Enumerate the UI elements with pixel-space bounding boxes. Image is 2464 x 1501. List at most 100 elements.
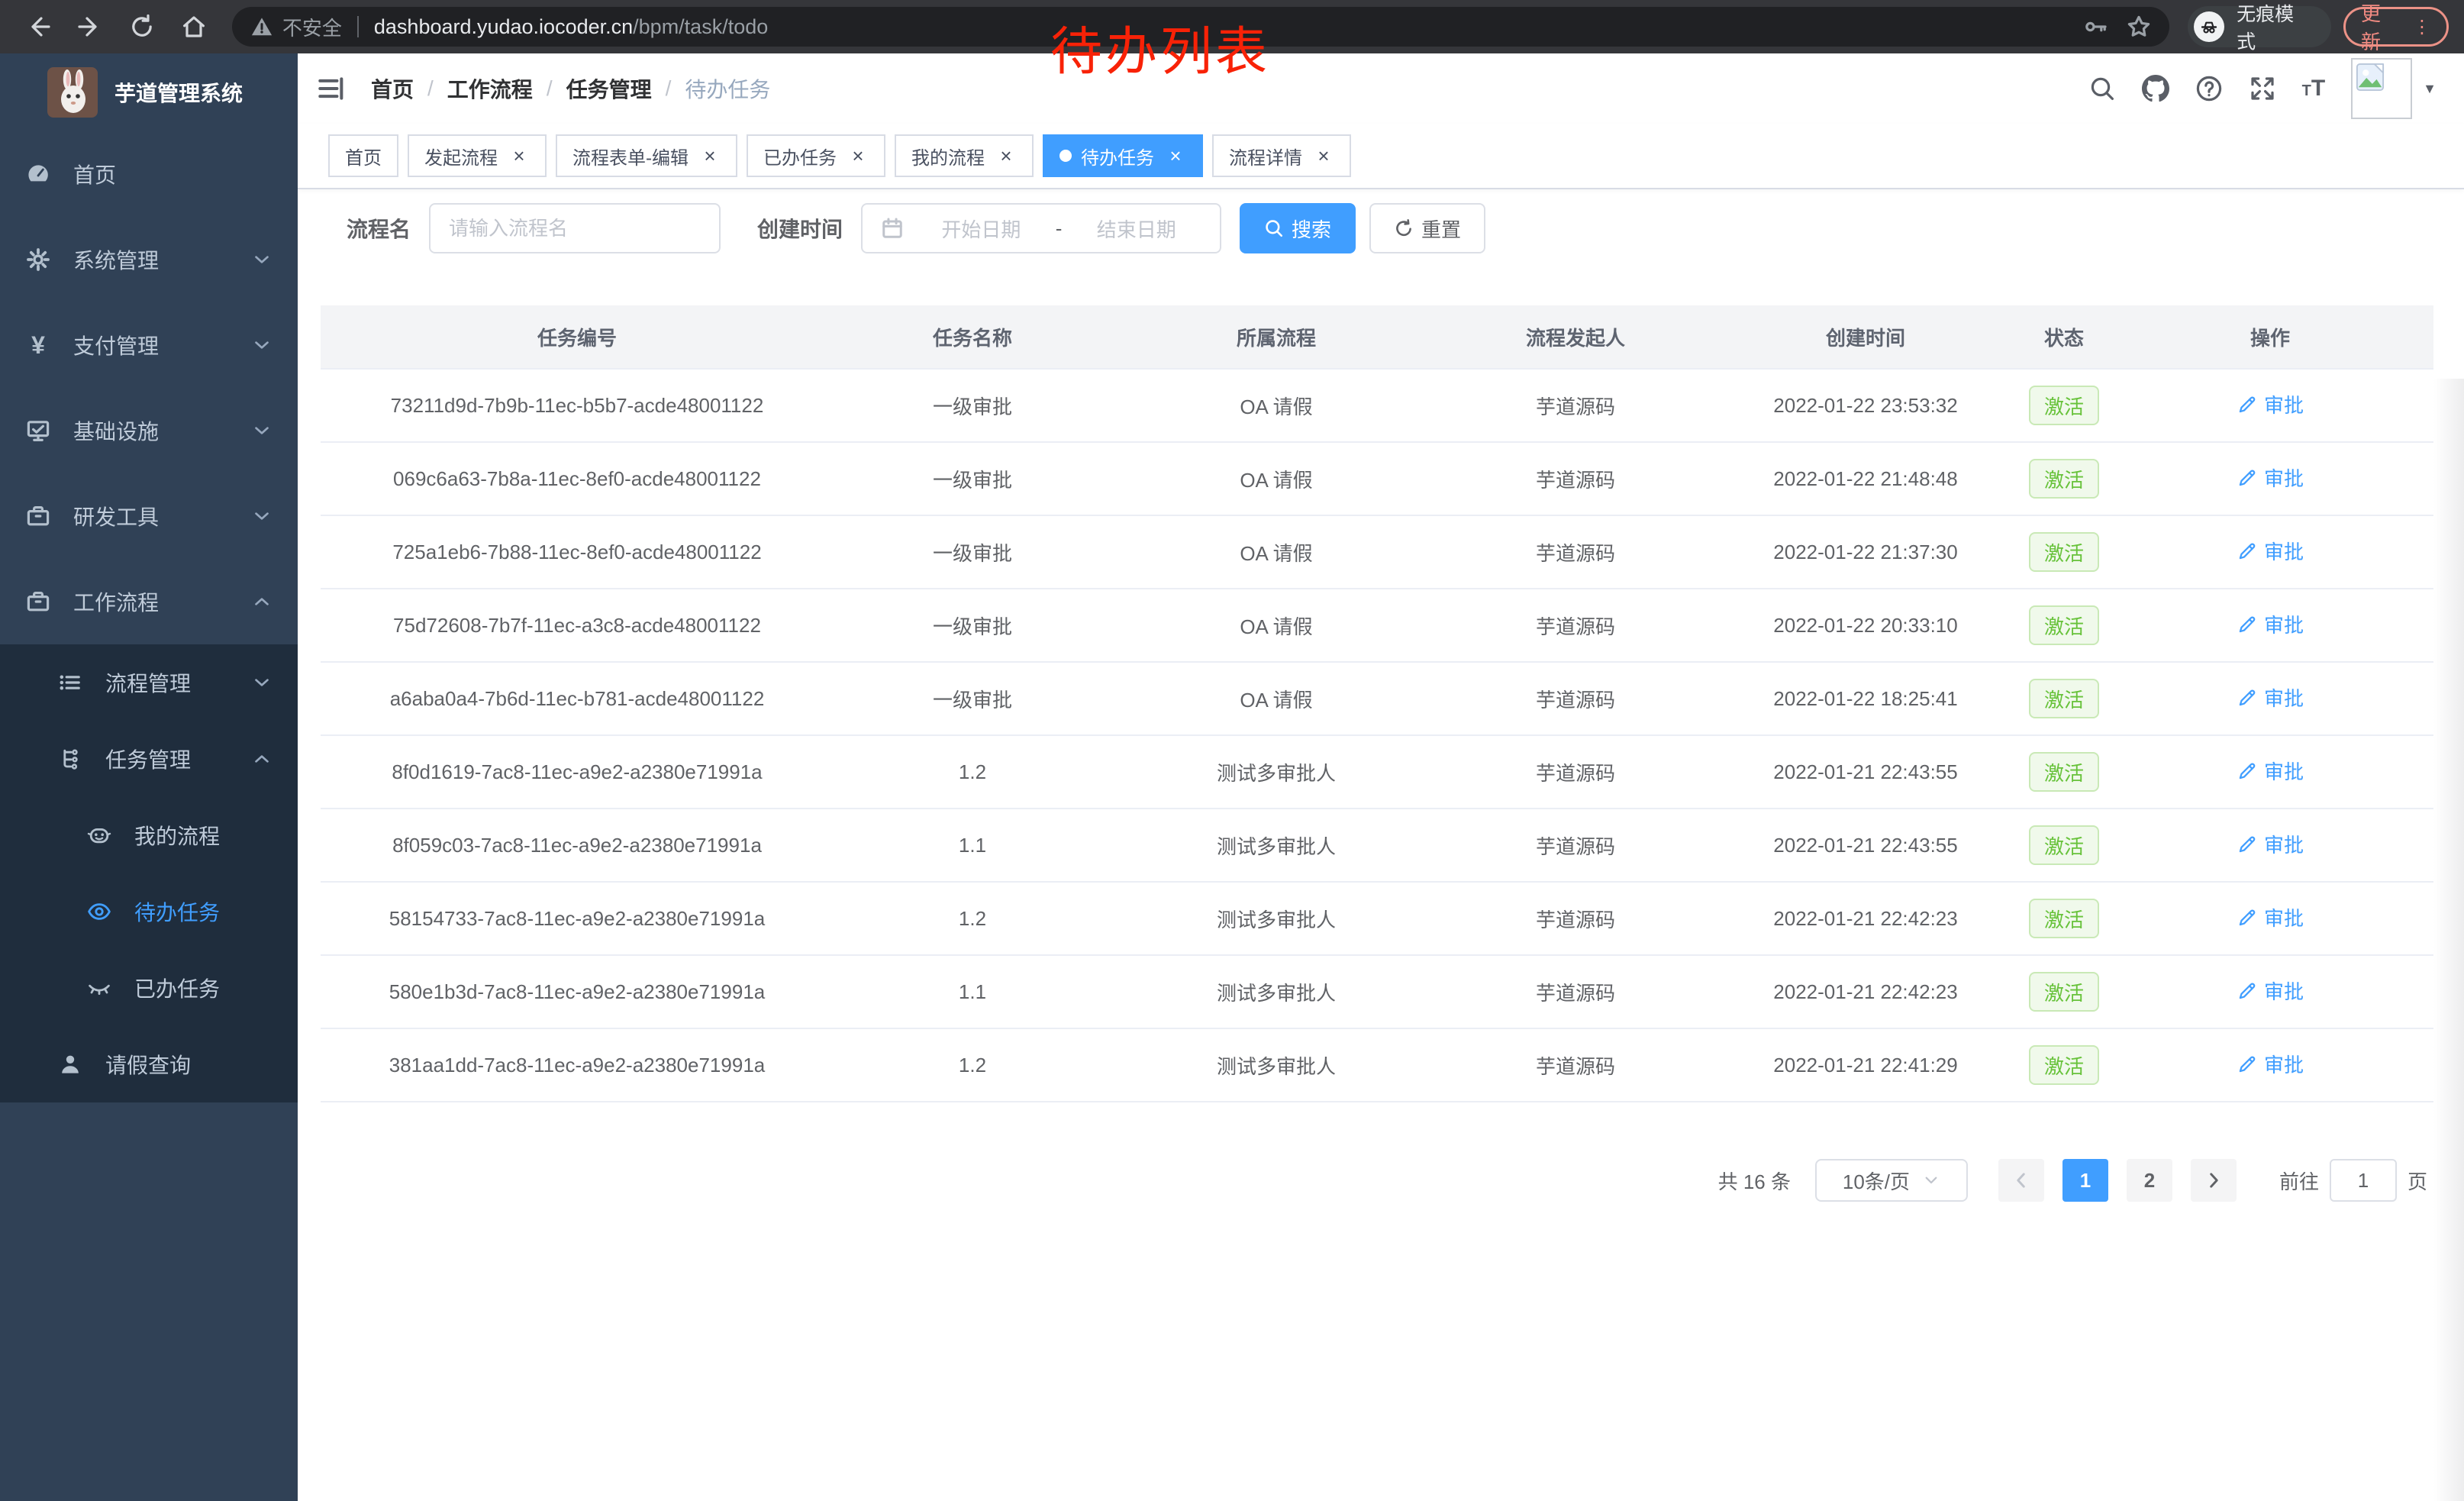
- sidebar-item-todo-task[interactable]: 待办任务: [0, 873, 298, 950]
- breadcrumb-item[interactable]: 任务管理: [566, 73, 652, 104]
- fullscreen-icon[interactable]: [2249, 75, 2276, 102]
- close-icon[interactable]: ×: [1165, 145, 1186, 166]
- sidebar-item-dev-tools[interactable]: 研发工具: [0, 473, 298, 559]
- close-icon[interactable]: ×: [508, 145, 530, 166]
- goto-page-input[interactable]: [2330, 1159, 2397, 1202]
- close-icon[interactable]: ×: [1313, 145, 1334, 166]
- broken-image-icon: [2356, 63, 2385, 92]
- approve-link[interactable]: 审批: [2237, 463, 2304, 492]
- date-range-picker[interactable]: 开始日期 - 结束日期: [861, 203, 1221, 253]
- browser-back-icon[interactable]: [24, 13, 52, 40]
- cell-id: 580e1b3d-7ac8-11ec-a9e2-a2380e71991a: [321, 980, 834, 1004]
- sidebar-item-task-management[interactable]: 任务管理: [0, 721, 298, 797]
- approve-link[interactable]: 审批: [2237, 537, 2304, 565]
- help-icon[interactable]: [2195, 75, 2223, 102]
- annotation-overlay-text: 待办列表: [1050, 9, 1270, 85]
- hamburger-icon[interactable]: [316, 74, 345, 103]
- security-indicator[interactable]: 不安全: [250, 13, 342, 41]
- approve-link[interactable]: 审批: [2237, 1050, 2304, 1078]
- sidebar-item-system-management[interactable]: 系统管理: [0, 217, 298, 302]
- scrollbar-track[interactable]: [2433, 379, 2464, 1501]
- page-button-2[interactable]: 2: [2127, 1159, 2172, 1202]
- table-row: a6aba0a4-7b6d-11ec-b781-acde48001122一级审批…: [321, 663, 2433, 736]
- table-row: 58154733-7ac8-11ec-a9e2-a2380e71991a1.2测…: [321, 883, 2433, 956]
- sidebar-item-leave-query[interactable]: 请假查询: [0, 1026, 298, 1102]
- tab-my-process[interactable]: 我的流程×: [895, 134, 1034, 177]
- prev-page-button[interactable]: [1998, 1159, 2044, 1202]
- approve-link[interactable]: 审批: [2237, 830, 2304, 858]
- list-icon: [58, 670, 82, 695]
- approve-link-label: 审批: [2264, 1050, 2304, 1078]
- cell-created: 2022-01-21 22:41:29: [1710, 1054, 2021, 1077]
- chevron-left-icon: [2011, 1170, 2031, 1190]
- github-icon[interactable]: [2142, 75, 2169, 102]
- tab-label: 已办任务: [763, 143, 837, 169]
- range-separator: -: [1053, 217, 1066, 240]
- column-header: 操作: [2107, 323, 2433, 351]
- approve-link[interactable]: 审批: [2237, 390, 2304, 418]
- password-key-icon[interactable]: [2084, 15, 2108, 39]
- chevron-down-icon: [1922, 1171, 1940, 1190]
- security-label: 不安全: [282, 13, 342, 41]
- search-icon[interactable]: [2088, 75, 2116, 102]
- approve-link[interactable]: 审批: [2237, 683, 2304, 712]
- approve-link[interactable]: 审批: [2237, 610, 2304, 638]
- avatar[interactable]: [2351, 58, 2412, 119]
- status-badge: 激活: [2029, 605, 2099, 645]
- approve-link[interactable]: 审批: [2237, 976, 2304, 1005]
- process-name-input[interactable]: [429, 203, 721, 253]
- browser-update-button[interactable]: 更新 ⋮: [2343, 7, 2449, 47]
- reset-button[interactable]: 重置: [1369, 203, 1485, 253]
- close-icon[interactable]: ×: [699, 145, 721, 166]
- sidebar-item-workflow[interactable]: 工作流程: [0, 559, 298, 644]
- tab-start-process[interactable]: 发起流程×: [408, 134, 547, 177]
- edit-pen-icon: [2237, 907, 2258, 928]
- cell-process: 测试多审批人: [1111, 758, 1441, 786]
- approve-link[interactable]: 审批: [2237, 757, 2304, 785]
- app-logo-row[interactable]: 芋道管理系统: [0, 53, 298, 131]
- column-header: 流程发起人: [1441, 323, 1710, 351]
- font-size-icon[interactable]: TT: [2302, 77, 2326, 100]
- browser-home-icon[interactable]: [180, 13, 208, 40]
- search-button[interactable]: 搜索: [1240, 203, 1356, 253]
- sidebar: 芋道管理系统 首页系统管理¥支付管理基础设施研发工具工作流程流程管理任务管理我的…: [0, 53, 298, 1501]
- goto-label: 前往: [2279, 1167, 2319, 1195]
- bookmark-star-icon[interactable]: [2127, 15, 2151, 39]
- chevron-up-icon: [250, 590, 273, 613]
- tab-process-form-edit[interactable]: 流程表单-编辑×: [556, 134, 737, 177]
- tab-todo-task[interactable]: 待办任务×: [1043, 134, 1203, 177]
- process-name-label: 流程名: [347, 213, 411, 244]
- browser-menu-icon[interactable]: ⋮: [2413, 16, 2431, 38]
- approve-link[interactable]: 审批: [2237, 903, 2304, 931]
- cell-id: 069c6a63-7b8a-11ec-8ef0-acde48001122: [321, 467, 834, 491]
- tab-done-task[interactable]: 已办任务 ×: [747, 134, 885, 177]
- breadcrumb-separator: /: [666, 76, 672, 101]
- cell-id: a6aba0a4-7b6d-11ec-b781-acde48001122: [321, 687, 834, 711]
- sidebar-item-my-process[interactable]: 我的流程: [0, 797, 298, 873]
- close-icon[interactable]: ×: [995, 145, 1017, 166]
- sidebar-item-infrastructure[interactable]: 基础设施: [0, 388, 298, 473]
- next-page-button[interactable]: [2191, 1159, 2237, 1202]
- cell-starter: 芋道源码: [1441, 978, 1710, 1006]
- sidebar-item-done-task[interactable]: 已办任务: [0, 950, 298, 1026]
- page-button-1[interactable]: 1: [2062, 1159, 2108, 1202]
- page-size-select[interactable]: 10条/页: [1815, 1159, 1968, 1202]
- close-icon[interactable]: ×: [847, 145, 869, 166]
- sidebar-item-process-management[interactable]: 流程管理: [0, 644, 298, 721]
- sidebar-item-home[interactable]: 首页: [0, 131, 298, 217]
- breadcrumb-item[interactable]: 首页: [371, 73, 414, 104]
- tab-home[interactable]: 首页: [328, 134, 398, 177]
- sidebar-item-label: 首页: [73, 159, 116, 189]
- browser-reload-icon[interactable]: [128, 13, 156, 40]
- breadcrumb-item[interactable]: 工作流程: [447, 73, 533, 104]
- tab-process-detail[interactable]: 流程详情×: [1212, 134, 1351, 177]
- browser-forward-icon[interactable]: [76, 13, 104, 40]
- end-date-input[interactable]: 结束日期: [1065, 215, 1208, 243]
- breadcrumb-separator: /: [427, 76, 434, 101]
- approve-link-label: 审批: [2264, 683, 2304, 712]
- avatar-caret-icon[interactable]: ▼: [2423, 81, 2437, 97]
- start-date-input[interactable]: 开始日期: [910, 215, 1053, 243]
- sidebar-item-payment-management[interactable]: ¥支付管理: [0, 302, 298, 388]
- cell-created: 2022-01-21 22:43:55: [1710, 834, 2021, 857]
- chevron-right-icon: [2204, 1170, 2224, 1190]
